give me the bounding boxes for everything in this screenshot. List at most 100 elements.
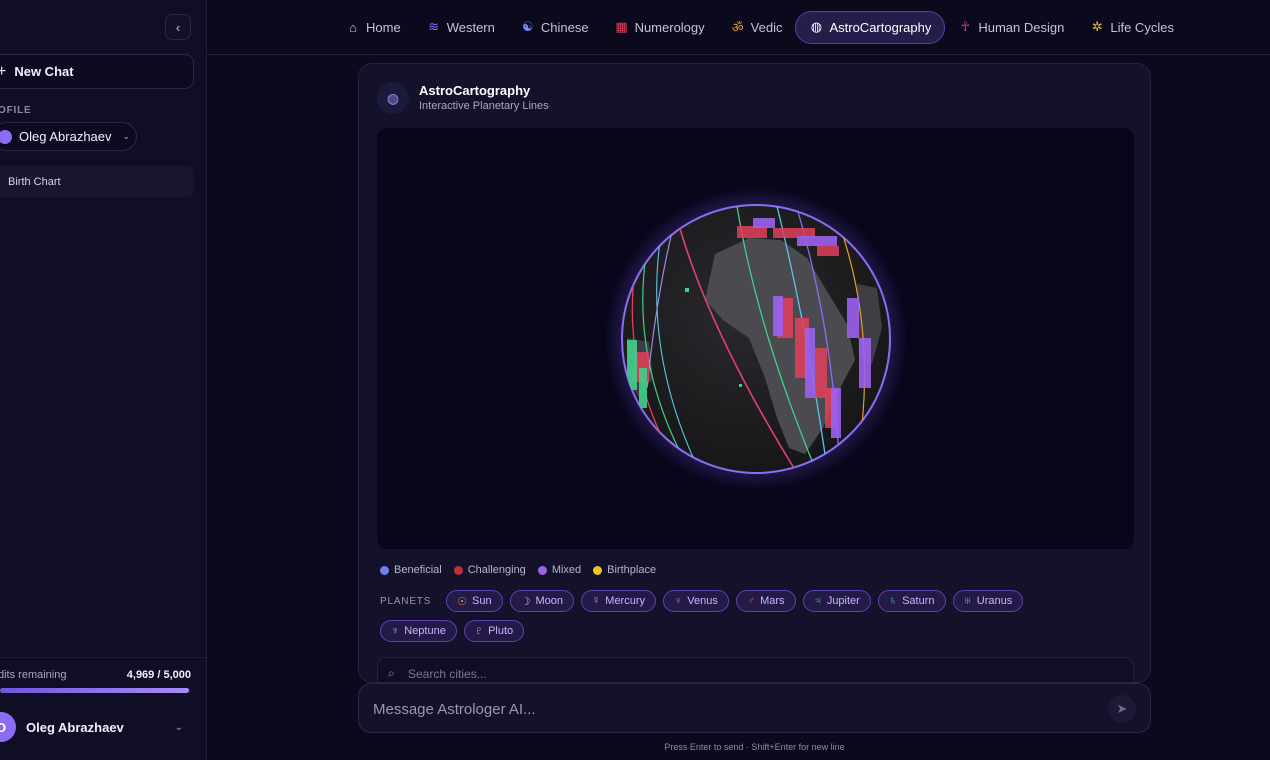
planet-chip-label: Mercury — [605, 595, 646, 607]
credits-panel: dits remaining 4,969 / 5,000 O Oleg Abra… — [0, 657, 207, 760]
nav-item-label: Home — [366, 19, 401, 35]
avatar: O — [0, 712, 16, 742]
planet-chip-label: Mars — [760, 595, 785, 607]
nav-item-label: Vedic — [750, 19, 783, 35]
legend-label: Challenging — [467, 564, 526, 576]
chevron-left-icon: ‹ — [175, 19, 181, 35]
planet-chip-jupiter[interactable]: ♃ Jupiter — [802, 590, 871, 612]
planet-chip-neptune[interactable]: ♆ Neptune — [380, 620, 457, 642]
legend-dot — [380, 565, 389, 575]
message-input[interactable]: Message Astrologer AI... — [373, 701, 536, 718]
planet-chip-pluto[interactable]: ♇ Pluto — [463, 620, 525, 642]
nav-item-label: Chinese — [540, 19, 589, 35]
legend-item: Birthplace — [593, 564, 656, 576]
planet-chip-label: Sun — [472, 595, 492, 607]
nav-item-vedic[interactable]: ॐ Vedic — [718, 11, 796, 44]
globe-icon: ◍ — [377, 82, 409, 114]
planet-chip-mars[interactable]: ♂ Mars — [735, 590, 796, 612]
waves-icon: ≋ — [428, 19, 440, 34]
planet-chip-mercury[interactable]: ☿ Mercury — [581, 590, 657, 612]
legend: Beneficial Challenging Mixed Birthplace — [380, 564, 656, 576]
planet-chip-moon[interactable]: ☽ Moon — [509, 590, 575, 612]
nav-item-numerology[interactable]: ▦ Numerology — [602, 11, 718, 44]
planet-chip-saturn[interactable]: ♄ Saturn — [877, 590, 946, 612]
credits-value: 4,969 / 5,000 — [126, 669, 191, 681]
sun-symbol-icon: ☉ — [457, 595, 468, 608]
nav-item-label: Human Design — [978, 19, 1065, 35]
new-chat-button[interactable]: + New Chat — [0, 54, 194, 89]
user-menu[interactable]: O Oleg Abrazhaev ⌄ — [0, 712, 191, 742]
legend-label: Beneficial — [394, 564, 442, 576]
send-icon: ➤ — [1116, 701, 1128, 716]
plus-icon: + — [0, 62, 7, 80]
nav-item-label: Life Cycles — [1110, 19, 1174, 35]
astrocartography-card: ◍ AstroCartography Interactive Planetary… — [358, 63, 1151, 683]
credits-progress-fill — [0, 688, 189, 693]
legend-item: Mixed — [537, 564, 582, 576]
birth-chart-label: Birth Chart — [8, 175, 61, 188]
send-button[interactable]: ➤ — [1108, 695, 1136, 723]
planet-chip-uranus[interactable]: ♅ Uranus — [952, 590, 1024, 612]
legend-dot — [593, 565, 603, 575]
profile-selector[interactable]: Oleg Abrazhaev ⌄ — [0, 122, 137, 151]
om-icon: ॐ — [731, 20, 744, 35]
legend-dot — [453, 565, 463, 575]
planet-chip-venus[interactable]: ♀ Venus — [663, 590, 729, 612]
nav-item-western[interactable]: ≋ Western — [414, 11, 508, 44]
city-search-input[interactable]: ⌕ Search cities... — [377, 657, 1134, 682]
mars-symbol-icon: ♂ — [746, 595, 756, 607]
sun-icon: ✲ — [1091, 19, 1103, 34]
new-chat-label: New Chat — [14, 64, 74, 79]
top-navigation: ⌂ Home ≋ Western ☯ Chinese ▦ Numerology ॐ Vedic ◍ A… — [207, 0, 1270, 55]
moon-symbol-icon: ☽ — [520, 595, 531, 608]
nav-item-label: Western — [446, 19, 495, 35]
yin-yang-icon: ☯ — [522, 19, 534, 34]
jupiter-symbol-icon: ♃ — [813, 595, 822, 607]
venus-symbol-icon: ♀ — [674, 595, 683, 607]
nav-item-label: Numerology — [634, 19, 705, 35]
planet-chip-label: Saturn — [902, 595, 935, 607]
credits-progress-bar — [0, 688, 190, 693]
home-icon: ⌂ — [349, 19, 357, 35]
card-title: AstroCartography — [419, 83, 531, 98]
chevron-down-icon: ⌄ — [122, 131, 131, 141]
planet-filter-row: PLANETS ☉ Sun ☽ Moon ☿ Mercury ♀ Venus ♂ Mars ♃ Jup… — [380, 590, 1080, 642]
nav-item-human-design[interactable]: ☥ Human Design — [945, 11, 1077, 44]
legend-item: Beneficial — [380, 564, 442, 576]
mercury-symbol-icon: ☿ — [592, 595, 601, 607]
planet-chip-label: Moon — [535, 595, 564, 607]
planets-label: PLANETS — [380, 595, 432, 607]
planet-chip-label: Uranus — [976, 595, 1013, 607]
nav-item-astrocartography[interactable]: ◍ AstroCartography — [795, 10, 946, 44]
planet-chip-label: Jupiter — [826, 595, 860, 607]
planet-chip-label: Pluto — [488, 625, 514, 637]
planet-chip-sun[interactable]: ☉ Sun — [446, 590, 503, 612]
search-icon: ⌕ — [388, 666, 395, 680]
profile-name: Oleg Abrazhaev — [19, 129, 112, 144]
profile-section-label: OFILE — [0, 105, 32, 116]
sidebar: ‹ + New Chat OFILE Oleg Abrazhaev ⌄ Birt… — [0, 0, 207, 760]
chevron-down-icon: ⌄ — [174, 721, 183, 733]
nav-item-home[interactable]: ⌂ Home — [333, 11, 414, 44]
composer-hint: Press Enter to send · Shift+Enter for ne… — [664, 742, 845, 752]
legend-label: Birthplace — [607, 564, 657, 576]
uranus-symbol-icon: ♅ — [963, 595, 972, 607]
globe-viewport[interactable] — [377, 128, 1134, 549]
nav-item-chinese[interactable]: ☯ Chinese — [508, 11, 602, 44]
sidebar-collapse-button[interactable]: ‹ — [165, 14, 191, 40]
neptune-symbol-icon: ♆ — [391, 625, 400, 637]
nav-item-life-cycles[interactable]: ✲ Life Cycles — [1077, 11, 1187, 44]
legend-dot — [537, 565, 547, 575]
legend-label: Mixed — [551, 564, 582, 576]
globe-svg[interactable] — [377, 128, 1134, 549]
grid-icon: ▦ — [615, 19, 628, 34]
legend-item: Challenging — [453, 564, 526, 576]
saturn-symbol-icon: ♄ — [888, 595, 898, 607]
credits-label: dits remaining — [0, 669, 67, 681]
planet-chip-label: Neptune — [404, 625, 446, 637]
card-subtitle: Interactive Planetary Lines — [419, 100, 549, 112]
city-search-placeholder: Search cities... — [408, 667, 487, 681]
pluto-symbol-icon: ♇ — [474, 625, 484, 637]
message-composer[interactable]: Message Astrologer AI... ➤ — [358, 683, 1151, 733]
sidebar-item-birth-chart[interactable]: Birth Chart — [0, 166, 194, 197]
